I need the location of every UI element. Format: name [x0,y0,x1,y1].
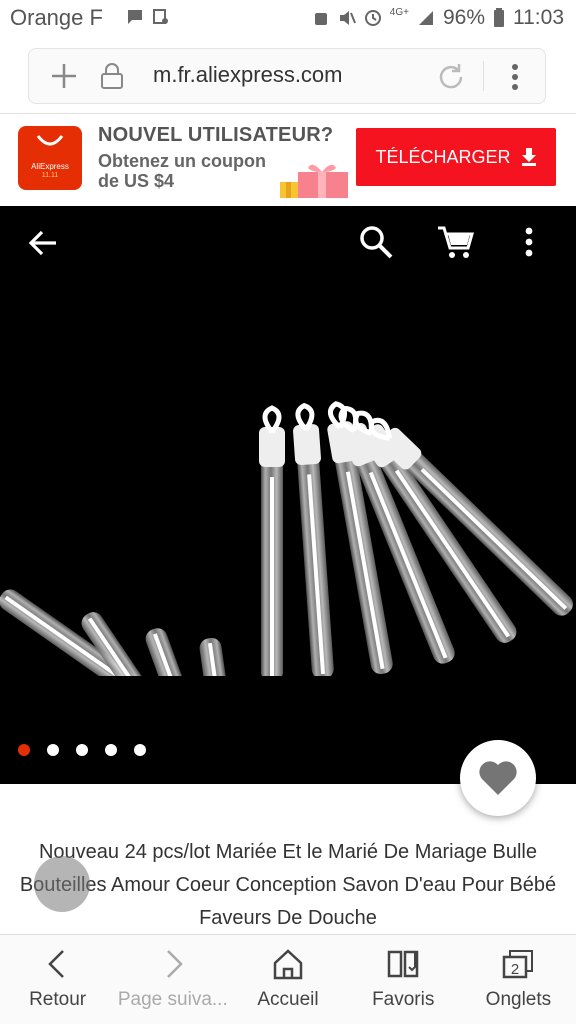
status-bar: Orange F 4G+ 96% 11:03 [0,0,576,38]
nav-forward-label: Page suiva... [117,989,228,1010]
address-bar[interactable]: m.fr.aliexpress.com [28,48,546,104]
nav-back-label: Retour [29,989,87,1010]
nav-tabs-label: Onglets [485,989,552,1010]
bubble-bottle [259,405,285,676]
logo-sublabel: 11.11 [41,172,59,179]
nav-tabs[interactable]: 2 Onglets [461,935,576,1024]
download-label: TÉLÉCHARGER [375,146,511,167]
home-icon [273,949,303,980]
download-app-button[interactable]: TÉLÉCHARGER [356,128,556,186]
battery-percent: 96% [442,6,485,29]
lock-icon[interactable] [99,62,125,90]
shopping-bag-icon [36,135,64,146]
clock-time: 11:03 [513,6,564,29]
screen: Orange F 4G+ 96% 11:03 m.fr.aliexpress.c… [0,0,576,1024]
carousel-dot[interactable] [18,744,30,756]
carousel-dot[interactable] [47,744,59,756]
product-photo [0,401,573,676]
carousel-dot[interactable] [105,744,117,756]
more-vert-icon[interactable] [518,224,540,260]
browser-toolbar: m.fr.aliexpress.com [0,38,576,114]
carousel-dot[interactable] [134,744,146,756]
tabs-count: 2 [511,961,519,978]
nav-bookmarks-label: Favoris [372,989,435,1010]
signal-icon [418,11,433,25]
reload-icon[interactable] [435,61,467,93]
nav-home[interactable]: Accueil [230,935,345,1024]
gift-box-icon [280,164,348,198]
message-icon [128,10,142,24]
product-title: Nouveau 24 pcs/lot Mariée Et le Marié De… [19,841,557,929]
clock-icon [364,10,381,26]
promo-headline: NOUVEL UTILISATEUR? [98,124,334,146]
carrier-name: Orange F [10,5,103,30]
status-right: 4G+ 96% 11:03 [312,6,564,30]
carousel-indicator [18,744,146,756]
battery-icon [494,8,504,27]
heart-icon [479,761,517,795]
chevron-right-icon [166,950,183,978]
network-type: 4G+ [389,6,409,18]
app-promo-banner: AliExpress 11.11 NOUVEL UTILISATEUR? Obt… [0,114,576,206]
notification-icons [126,8,170,26]
browser-menu-icon[interactable] [503,61,527,93]
toolbar-divider [483,61,484,91]
floating-touch-indicator [34,856,90,912]
cart-icon[interactable] [436,224,474,260]
url-text[interactable]: m.fr.aliexpress.com [153,62,343,88]
new-tab-plus-icon[interactable] [49,61,79,91]
nav-back[interactable]: Retour [0,935,115,1024]
nav-forward[interactable]: Page suiva... [115,935,230,1024]
wishlist-button[interactable] [460,740,536,816]
logo-label: AliExpress [31,162,69,171]
image-toolbar [0,206,576,278]
screenshot-icon [153,9,168,24]
tabs-icon: 2 [503,950,534,979]
carousel-dot[interactable] [76,744,88,756]
download-arrow-icon [521,148,536,166]
aliexpress-logo: AliExpress 11.11 [18,126,82,190]
chevron-left-icon [47,950,64,978]
alarm-icon [314,13,327,25]
browser-bottom-nav: Retour Page suiva... Accueil Favoris 2 O… [0,934,576,1024]
mute-icon [339,11,356,25]
search-icon[interactable] [358,224,394,260]
bubble-bottle [293,402,334,676]
promo-line-1: Obtenez un coupon [98,151,266,171]
product-image-carousel[interactable] [0,206,576,784]
promo-line-2: de US $4 [98,171,175,191]
nav-bookmarks[interactable]: Favoris [346,935,461,1024]
bookmark-book-icon [387,950,419,978]
bubble-bottle [199,637,253,676]
nav-home-label: Accueil [257,989,319,1010]
back-arrow-icon[interactable] [26,226,62,260]
